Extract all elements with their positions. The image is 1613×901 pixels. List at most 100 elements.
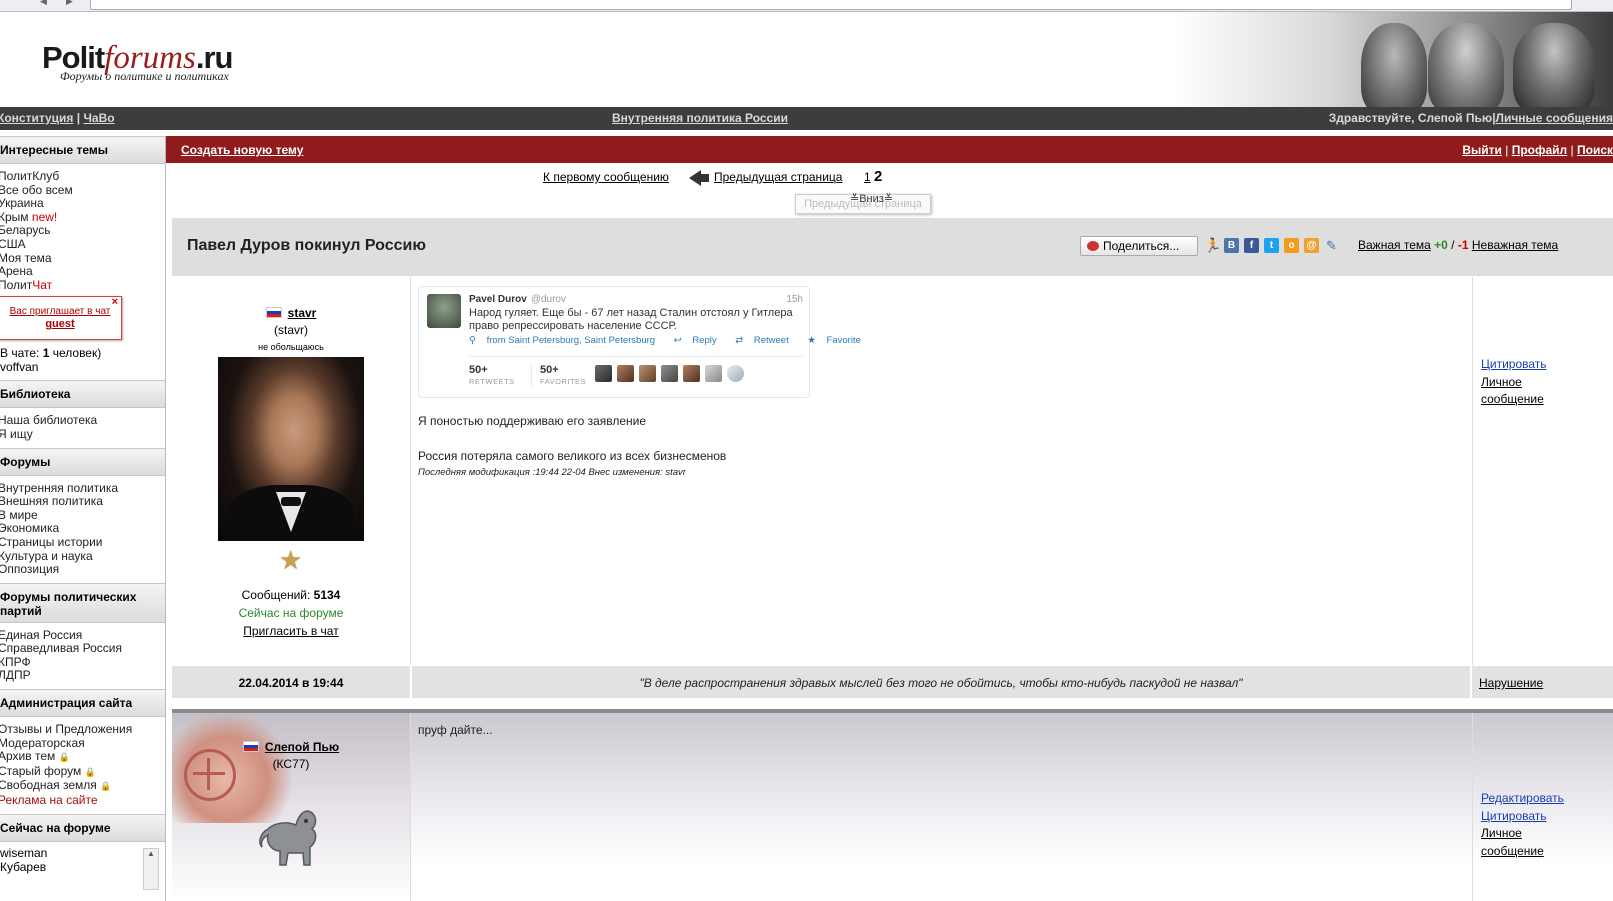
online-user[interactable]: Кубарев [0, 860, 165, 874]
sidebar-item[interactable]: Все обо всем [0, 183, 165, 198]
sidebar-item[interactable]: Арена [0, 265, 165, 279]
livejournal-icon[interactable]: ✎ [1324, 238, 1339, 253]
sidebar-item[interactable]: Культура и наука [0, 549, 165, 564]
sidebar-item[interactable]: Страницы истории [0, 535, 165, 550]
sidebar-item[interactable]: Беларусь [0, 224, 165, 238]
odnoklassniki-icon[interactable]: o [1284, 238, 1299, 253]
sidebar-head-parties: Форумы политических партий [0, 582, 165, 623]
avatar [218, 357, 364, 541]
facebook-icon[interactable]: f [1244, 238, 1259, 253]
profile-link[interactable]: Профайл [1512, 143, 1567, 157]
sidebar-item[interactable]: Единая Россия [0, 628, 165, 643]
sidebar-item[interactable]: Внешняя политика [0, 495, 165, 509]
share-button[interactable]: Поделиться... [1080, 236, 1198, 256]
russia-flag-icon [265, 307, 282, 318]
post-author: stavr (stavr) не обольщаюсь ★ Сообщений:… [172, 277, 411, 665]
logout-link[interactable]: Выйти [1462, 143, 1502, 157]
sidebar-item-crimea[interactable]: Крым new! [0, 210, 165, 225]
favorite-button[interactable]: ★ Favorite [807, 335, 869, 346]
sidebar-head-interesting: Интересные темы [0, 136, 165, 164]
author-link[interactable]: Слепой Пью [265, 740, 339, 754]
post-actions: Цитировать Личное сообщение [1472, 277, 1613, 665]
private-messages-link[interactable]: Личные сообщения [1496, 111, 1613, 125]
sidebar-item-free-land[interactable]: Свободная земля 🔒 [0, 779, 165, 794]
sidebar-item[interactable]: Справедливая Россия [0, 642, 165, 656]
vk-icon[interactable]: В [1224, 238, 1239, 253]
chat-guest-link[interactable]: guest [0, 318, 121, 330]
retweet-icon: ⇄ [735, 335, 744, 346]
edit-link[interactable]: Редактировать [1481, 791, 1564, 805]
sidebar-item[interactable]: ЛДПР [0, 669, 165, 683]
back-icon[interactable]: ◀ [40, 0, 50, 6]
sidebar-item[interactable]: Я ищу [0, 427, 165, 442]
sidebar-item[interactable]: США [0, 237, 165, 252]
embedded-tweet[interactable]: Pavel Durov @durov 15h Народ гуляет. Еще … [418, 286, 861, 398]
sidebar-item[interactable]: Моя тема [0, 251, 165, 266]
sidebar-item-ads[interactable]: Реклама на сайте [0, 793, 165, 808]
sidebar-item[interactable]: Отзывы и Предложения [0, 722, 165, 737]
greeting-text: Здравствуйте, Слепой Пью [1328, 111, 1493, 125]
logo-tagline: Форумы о политике и политиках [60, 69, 229, 83]
sidebar-item[interactable]: Экономика [0, 522, 165, 536]
sidebar-item[interactable]: Наша библиотека [0, 414, 165, 428]
scroll-up-icon[interactable]: ▲ [144, 849, 158, 858]
site-logo[interactable]: Politforums.ru Форумы о политике и полит… [42, 40, 282, 88]
sidebar-item[interactable]: КПРФ [0, 655, 165, 670]
close-icon[interactable]: × [112, 296, 118, 308]
interesting-list: ПолитКлуб Все обо всем Украина Крым new!… [0, 164, 165, 380]
current-forum-link[interactable]: Внутренняя политика России [612, 111, 788, 125]
location-link[interactable]: ⚲ from Saint Petersburg, Saint Petersbur… [469, 335, 663, 346]
sidebar-item[interactable]: Внутренняя политика [0, 481, 165, 496]
sidebar-item-archive[interactable]: Архив тем 🔒 [0, 749, 165, 765]
share-icon [1087, 241, 1099, 251]
forward-icon[interactable]: ▶ [66, 0, 76, 6]
important-topic-link[interactable]: Важная тема [1358, 238, 1431, 252]
sidebar-item[interactable]: ПолитКлуб [0, 169, 165, 184]
online-user[interactable]: wiseman [0, 846, 165, 860]
chat-invite-text[interactable]: Вас приглашает в чат [0, 306, 121, 317]
new-topic-link[interactable]: Создать новую тему [181, 143, 303, 157]
unimportant-topic-link[interactable]: Неважная тема [1472, 238, 1558, 252]
private-message-link[interactable]: Личное сообщение [1481, 826, 1544, 858]
report-link[interactable]: Нарушение [1479, 676, 1543, 690]
favoriters-avatars [595, 365, 749, 385]
post-body: Pavel Durov @durov 15h Народ гуляет. Еще … [412, 277, 1470, 665]
sidebar-item[interactable]: Украина [0, 197, 165, 211]
online-scrollbar[interactable]: ▲ [143, 847, 159, 890]
russia-flag-icon [242, 741, 259, 752]
tweet-time: 15h [786, 294, 803, 305]
favorite-icon: ★ [807, 335, 816, 346]
mailru-icon[interactable]: @ [1304, 238, 1319, 253]
sidebar-item[interactable]: В мире [0, 508, 165, 523]
author-link[interactable]: stavr [288, 306, 317, 320]
prev-arrow-icon[interactable] [689, 170, 701, 186]
run-icon[interactable]: 🏃 [1204, 238, 1221, 253]
sidebar-item[interactable]: Модераторская [0, 736, 165, 751]
private-message-link[interactable]: Личное сообщение [1481, 375, 1544, 407]
first-message-link[interactable]: К первому сообщению [543, 170, 669, 184]
post-actions: Редактировать Цитировать Личное сообщение [1472, 713, 1613, 901]
invite-chat-link[interactable]: Пригласить в чат [243, 624, 338, 638]
sidebar-item-politchat[interactable]: ПолитЧат [0, 278, 165, 293]
top-navbar: Конституция | ЧаВо Внутренняя политика Р… [0, 107, 1613, 130]
quote-link[interactable]: Цитировать [1481, 357, 1547, 371]
reply-button[interactable]: ↩ Reply [674, 335, 725, 346]
page-1-link[interactable]: 1 [864, 170, 871, 184]
action-bar: Создать новую тему Выйти | Профайл | Пои… [166, 136, 1613, 163]
in-chat-user: voffvan [0, 360, 39, 375]
retweet-button[interactable]: ⇄ Retweet [735, 335, 796, 346]
modification-note: Последняя модификация :19:44 22-04 Внес … [418, 467, 686, 478]
quote-link[interactable]: Цитировать [1481, 809, 1547, 823]
address-bar[interactable] [90, 0, 1572, 10]
scroll-down-button[interactable]: ≚Вниз≚ [850, 192, 893, 205]
tweet-text: Народ гуляет. Еще бы - 67 лет назад Стал… [469, 307, 793, 332]
post: stavr (stavr) не обольщаюсь ★ Сообщений:… [172, 277, 1613, 665]
topic-rating: Важная тема +0 / -1 Неважная тема [1358, 238, 1559, 252]
current-page: 2 [874, 168, 883, 185]
sidebar-item[interactable]: Оппозиция [0, 562, 165, 577]
forums-list: Внутренняя политика Внешняя политика В м… [0, 476, 165, 583]
prev-page-link[interactable]: Предыдущая страница [714, 170, 842, 184]
sidebar-item-old-forum[interactable]: Старый форум 🔒 [0, 764, 165, 780]
twitter-icon[interactable]: t [1264, 238, 1279, 253]
search-link[interactable]: Поиск [1577, 143, 1613, 157]
